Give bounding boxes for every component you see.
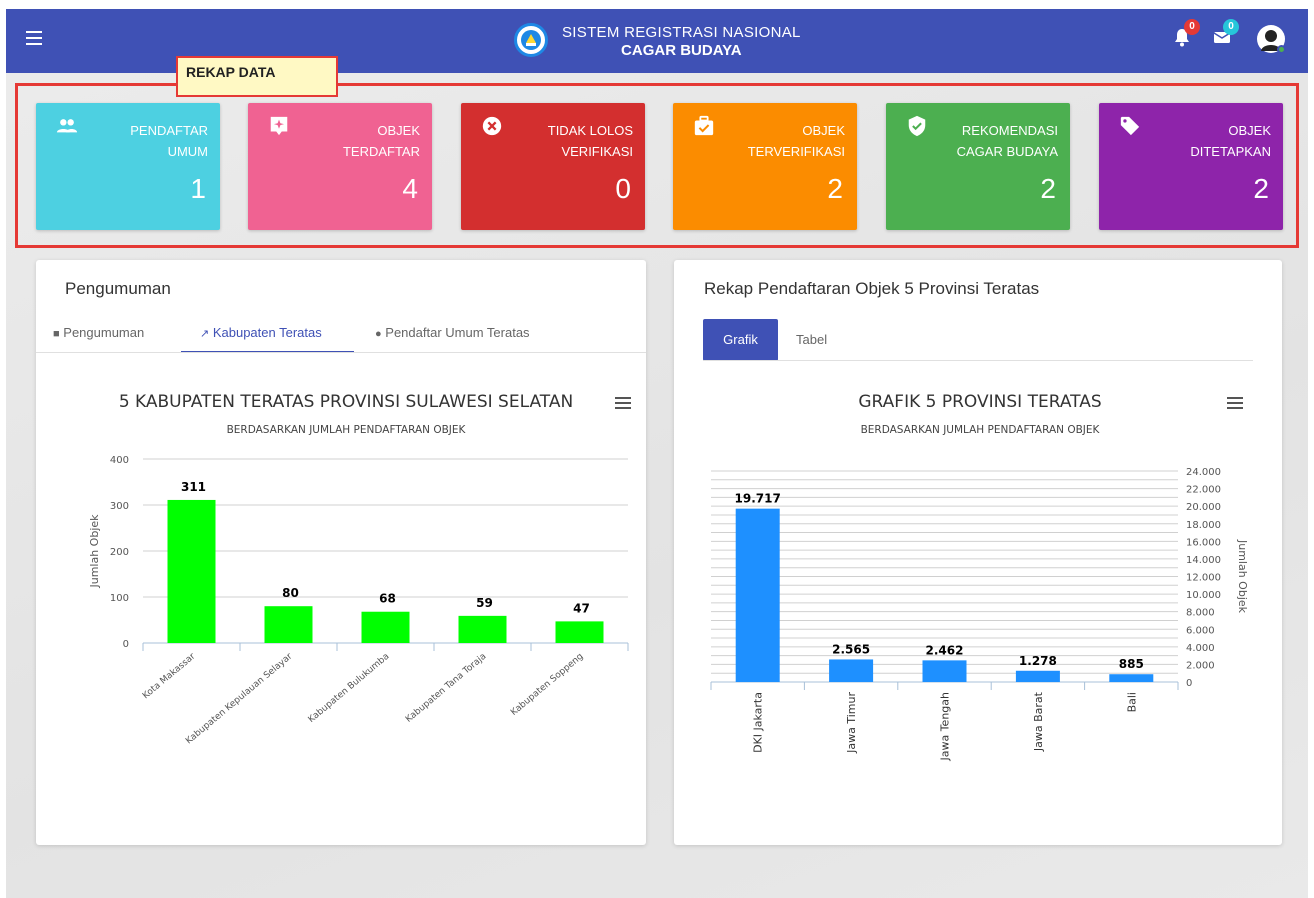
- y-tick-label: 6.000: [1186, 625, 1215, 636]
- tab-pengumuman[interactable]: ■ Pengumuman: [53, 325, 144, 340]
- y-axis-title: Jumlah Objek: [88, 514, 101, 589]
- chart-2-subtitle: BERDASARKAN JUMLAH PENDAFTARAN OBJEK: [860, 424, 1100, 436]
- x-tick-label: Kabupaten Tana Toraja: [404, 652, 488, 725]
- data-label: 80: [282, 586, 299, 600]
- data-label: 1.278: [1019, 654, 1057, 668]
- data-label: 68: [379, 592, 396, 606]
- bar: [361, 611, 410, 643]
- data-label: 311: [181, 480, 206, 494]
- bar: [1015, 670, 1060, 682]
- person-icon: ●: [375, 328, 382, 340]
- message-badge: 0: [1223, 19, 1239, 35]
- x-tick-label: Kabupaten Kepulauan Selayar: [184, 651, 294, 746]
- tab-kabupaten-teratas[interactable]: ↗ Kabupaten Teratas: [200, 325, 322, 340]
- y-tick-label: 12.000: [1186, 573, 1221, 584]
- x-tick-label: Jawa Tengah: [939, 692, 952, 762]
- bar: [458, 615, 507, 643]
- message-button[interactable]: 0: [1213, 19, 1239, 50]
- menu-toggle-icon[interactable]: [26, 31, 42, 45]
- announcement-panel-title: Pengumuman: [65, 279, 171, 298]
- y-tick-label: 18.000: [1186, 520, 1221, 531]
- user-avatar[interactable]: [1257, 25, 1286, 54]
- chart-2-menu-icon[interactable]: [1227, 397, 1243, 409]
- chart-1-title: 5 KABUPATEN TERATAS PROVINSI SULAWESI SE…: [118, 392, 574, 412]
- y-tick-label: 300: [110, 501, 129, 512]
- button-divider: [703, 360, 1253, 361]
- province-panel-title: Rekap Pendaftaran Objek 5 Provinsi Terat…: [704, 279, 1040, 298]
- x-tick-label: Kabupaten Soppeng: [509, 652, 585, 718]
- bar: [922, 660, 967, 682]
- y-axis-title: Jumlah Objek: [1236, 539, 1249, 614]
- chart-2-svg: 0 2.000 4.000 6.000 8.000 10.000 12.000 14.000 1…: [710, 467, 1249, 762]
- online-status-dot: [1277, 45, 1286, 54]
- bar: [735, 508, 780, 682]
- data-label: 47: [573, 601, 590, 615]
- bar: [1109, 674, 1154, 682]
- chart-1-svg: 0 100 200 300 400 Jumlah Objek 311 Kota Makassa…: [88, 455, 629, 746]
- y-tick-label: 24.000: [1186, 467, 1221, 478]
- bar: [264, 606, 313, 643]
- tabel-tab-button[interactable]: Tabel: [796, 319, 856, 361]
- y-tick-label: 4.000: [1186, 643, 1215, 654]
- brand-line-1: SISTEM REGISTRASI NASIONAL: [562, 24, 801, 41]
- y-tick-label: 14.000: [1186, 555, 1221, 566]
- brand-title: SISTEM REGISTRASI NASIONAL CAGAR BUDAYA: [562, 24, 801, 59]
- notification-button[interactable]: 0: [1174, 19, 1200, 52]
- grafik-tab-button[interactable]: Grafik: [703, 319, 778, 361]
- x-tick-label: Jawa Timur: [845, 692, 858, 754]
- y-tick-label: 2.000: [1186, 660, 1215, 671]
- x-tick-label: DKI Jakarta: [752, 692, 765, 753]
- brand-line-2: CAGAR BUDAYA: [621, 42, 742, 59]
- tab-pendaftar-umum-teratas[interactable]: ● Pendaftar Umum Teratas: [375, 325, 530, 340]
- bar: [829, 659, 874, 682]
- x-tick-label: Kota Makassar: [141, 651, 198, 701]
- y-tick-label: 400: [110, 455, 129, 466]
- megaphone-icon: ■: [53, 328, 60, 340]
- y-tick-label: 8.000: [1186, 608, 1215, 619]
- data-label: 2.565: [832, 642, 870, 656]
- logo-icon: [514, 23, 548, 57]
- y-tick-label: 20.000: [1186, 502, 1221, 513]
- chart-1-subtitle: BERDASARKAN JUMLAH PENDAFTARAN OBJEK: [226, 424, 466, 436]
- page-frame: SISTEM REGISTRASI NASIONAL CAGAR BUDAYA …: [6, 9, 1308, 898]
- y-tick-label: 22.000: [1186, 485, 1221, 496]
- data-label: 2.462: [926, 643, 964, 657]
- data-label: 19.717: [735, 492, 781, 506]
- y-tick-label: 16.000: [1186, 537, 1221, 548]
- y-tick-label: 0: [123, 639, 129, 650]
- data-label: 59: [476, 596, 493, 610]
- x-tick-label: Bali: [1125, 692, 1138, 712]
- rekap-callout: REKAP DATA: [176, 56, 338, 97]
- chart-1-menu-icon[interactable]: [615, 397, 631, 409]
- y-tick-label: 10.000: [1186, 590, 1221, 601]
- data-label: 885: [1119, 657, 1144, 671]
- y-tick-label: 100: [110, 593, 129, 604]
- chart-2-title: GRAFIK 5 PROVINSI TERATAS: [858, 392, 1102, 412]
- x-tick-label: Kabupaten Bulukumba: [307, 652, 392, 725]
- tab-divider: [36, 352, 646, 353]
- bar: [167, 499, 216, 643]
- y-tick-label: 200: [110, 547, 129, 558]
- rekap-highlight-box: [15, 83, 1299, 248]
- trending-icon: ↗: [200, 328, 210, 340]
- y-tick-label: 0: [1186, 678, 1192, 689]
- bar: [555, 621, 604, 643]
- x-tick-label: Jawa Barat: [1032, 691, 1045, 752]
- notification-badge: 0: [1184, 19, 1200, 35]
